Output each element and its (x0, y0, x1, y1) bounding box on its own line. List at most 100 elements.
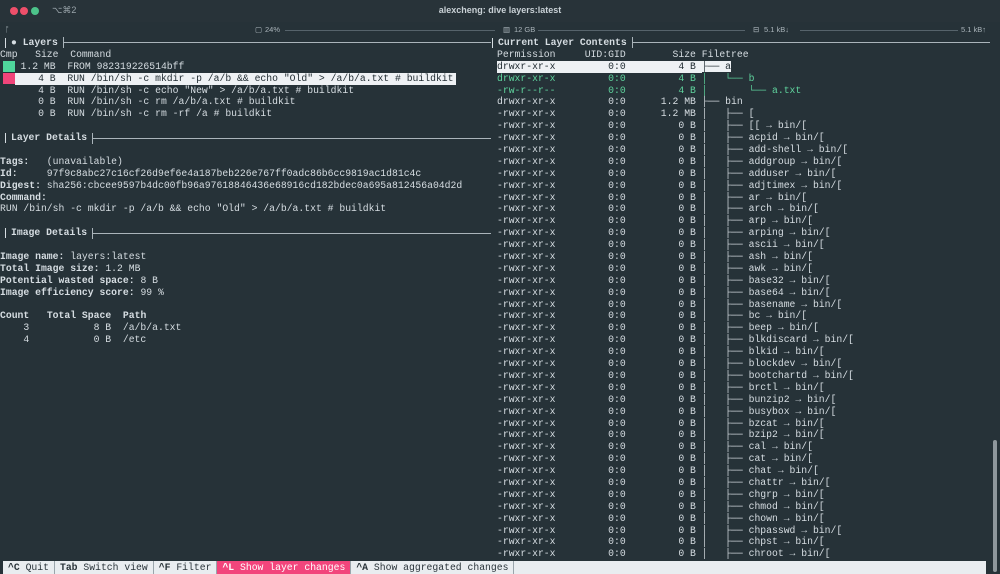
layer-row[interactable]: 4 B RUN /bin/sh -c mkdir -p /a/b && echo… (0, 72, 491, 85)
file-row[interactable]: -rwxr-xr-x 0:0 0 B │ ├── chmod → bin/[ (497, 501, 990, 513)
file-tree-node[interactable]: │ ├── ash → bin/[ (702, 251, 813, 262)
file-tree-node[interactable]: │ ├── arping → bin/[ (702, 227, 831, 238)
file-tree-node[interactable]: │ ├── brctl → bin/[ (702, 382, 825, 393)
file-row[interactable]: -rwxr-xr-x 0:0 0 B │ ├── chroot → bin/[ (497, 548, 990, 560)
file-tree-node[interactable]: │ ├── chown → bin/[ (702, 513, 825, 524)
file-row[interactable]: -rwxr-xr-x 0:0 0 B │ ├── addgroup → bin/[ (497, 156, 990, 168)
file-row[interactable]: -rwxr-xr-x 0:0 0 B │ ├── chpasswd → bin/[ (497, 525, 990, 537)
file-row[interactable]: -rwxr-xr-x 0:0 0 B │ ├── brctl → bin/[ (497, 382, 990, 394)
file-row[interactable]: -rw-r--r-- 0:0 4 B │ └── a.txt (497, 85, 990, 97)
file-row[interactable]: drwxr-xr-x 0:0 1.2 MB ├── bin (497, 96, 990, 108)
file-row[interactable]: -rwxr-xr-x 0:0 1.2 MB │ ├── [ (497, 108, 990, 120)
file-row[interactable]: -rwxr-xr-x 0:0 0 B │ ├── bc → bin/[ (497, 310, 990, 322)
file-row[interactable]: -rwxr-xr-x 0:0 0 B │ ├── cat → bin/[ (497, 453, 990, 465)
file-row[interactable]: -rwxr-xr-x 0:0 0 B │ ├── ascii → bin/[ (497, 239, 990, 251)
file-tree-node[interactable]: │ ├── base64 → bin/[ (702, 287, 831, 298)
file-row[interactable]: -rwxr-xr-x 0:0 0 B │ ├── arping → bin/[ (497, 227, 990, 239)
file-row[interactable]: -rwxr-xr-x 0:0 0 B │ ├── blkid → bin/[ (497, 346, 990, 358)
layer-row-content[interactable]: 4 B RUN /bin/sh -c mkdir -p /a/b && echo… (14, 72, 456, 85)
file-tree-node[interactable]: │ ├── bootchartd → bin/[ (702, 370, 854, 381)
file-row[interactable]: -rwxr-xr-x 0:0 0 B │ ├── adjtimex → bin/[ (497, 180, 990, 192)
file-tree-node[interactable]: │ ├── blkid → bin/[ (702, 346, 825, 357)
file-row[interactable]: -rwxr-xr-x 0:0 0 B │ ├── chat → bin/[ (497, 465, 990, 477)
keybinding-switch-view[interactable]: Tab Switch view (55, 561, 154, 574)
file-row[interactable]: -rwxr-xr-x 0:0 0 B │ ├── bzip2 → bin/[ (497, 429, 990, 441)
layer-row[interactable]: 1.2 MB FROM 982319226514bff (0, 60, 491, 73)
file-row[interactable]: -rwxr-xr-x 0:0 0 B │ ├── blkdiscard → bin/[ (497, 334, 990, 346)
file-row[interactable]: -rwxr-xr-x 0:0 0 B │ ├── beep → bin/[ (497, 322, 990, 334)
keybinding-filter[interactable]: ^F Filter (154, 561, 218, 574)
file-tree-node[interactable]: │ ├── basename → bin/[ (702, 299, 842, 310)
file-row[interactable]: -rwxr-xr-x 0:0 0 B │ ├── bunzip2 → bin/[ (497, 394, 990, 406)
layer-row-content[interactable]: 0 B RUN /bin/sh -c rm /a/b/a.txt # build… (15, 96, 298, 108)
file-tree-node[interactable]: │ ├── adduser → bin/[ (702, 168, 837, 179)
file-tree-node[interactable]: │ ├── bzip2 → bin/[ (702, 429, 825, 440)
file-row[interactable]: -rwxr-xr-x 0:0 0 B │ ├── chown → bin/[ (497, 513, 990, 525)
file-tree-node[interactable]: │ ├── bunzip2 → bin/[ (702, 394, 837, 405)
file-tree-node[interactable]: ├── bin (702, 96, 743, 107)
layer-row[interactable]: 4 B RUN /bin/sh -c echo "New" > /a/b/a.t… (0, 85, 491, 97)
file-tree-node[interactable]: │ ├── adjtimex → bin/[ (702, 180, 842, 191)
file-tree-node[interactable]: │ ├── beep → bin/[ (702, 322, 819, 333)
file-tree-node[interactable]: │ ├── arch → bin/[ (702, 203, 819, 214)
file-row[interactable]: -rwxr-xr-x 0:0 0 B │ ├── chattr → bin/[ (497, 477, 990, 489)
file-row[interactable]: -rwxr-xr-x 0:0 0 B │ ├── adduser → bin/[ (497, 168, 990, 180)
file-row[interactable]: -rwxr-xr-x 0:0 0 B │ ├── bzcat → bin/[ (497, 418, 990, 430)
layer-row-content[interactable]: 0 B RUN /bin/sh -c rm -rf /a # buildkit (15, 108, 274, 120)
layer-row[interactable]: 0 B RUN /bin/sh -c rm -rf /a # buildkit (0, 108, 491, 120)
file-tree-node[interactable]: │ ├── add-shell → bin/[ (702, 144, 848, 155)
file-row[interactable]: -rwxr-xr-x 0:0 0 B │ ├── base64 → bin/[ (497, 287, 990, 299)
file-row[interactable]: drwxr-xr-x 0:0 4 B │ └── b (497, 73, 990, 85)
file-tree-node[interactable]: │ └── b (702, 73, 755, 84)
file-row[interactable]: -rwxr-xr-x 0:0 0 B │ ├── awk → bin/[ (497, 263, 990, 275)
file-row[interactable]: -rwxr-xr-x 0:0 0 B │ ├── base32 → bin/[ (497, 275, 990, 287)
layer-row-content[interactable]: 4 B RUN /bin/sh -c echo "New" > /a/b/a.t… (15, 85, 356, 97)
file-tree-node[interactable]: │ ├── cat → bin/[ (702, 453, 813, 464)
file-tree-node[interactable]: │ ├── chpst → bin/[ (702, 536, 825, 547)
file-tree-node[interactable]: │ ├── blockdev → bin/[ (702, 358, 842, 369)
file-tree-node[interactable]: │ ├── chgrp → bin/[ (702, 489, 825, 500)
keybinding-show-layer-changes[interactable]: ^L Show layer changes (217, 561, 352, 574)
layer-row-content[interactable]: 1.2 MB FROM 982319226514bff (15, 61, 187, 73)
file-tree-node[interactable]: │ ├── busybox → bin/[ (702, 406, 837, 417)
file-row[interactable]: -rwxr-xr-x 0:0 0 B │ ├── [[ → bin/[ (497, 120, 990, 132)
file-tree-node[interactable]: │ ├── bzcat → bin/[ (702, 418, 825, 429)
file-tree-node[interactable]: │ ├── awk → bin/[ (702, 263, 813, 274)
file-row[interactable]: -rwxr-xr-x 0:0 0 B │ ├── busybox → bin/[ (497, 406, 990, 418)
scrollbar[interactable] (993, 440, 997, 572)
file-tree-node[interactable]: │ ├── cal → bin/[ (702, 441, 813, 452)
file-tree-node[interactable]: │ ├── arp → bin/[ (702, 215, 813, 226)
file-tree-node[interactable]: │ ├── [[ → bin/[ (702, 120, 807, 131)
file-tree-node[interactable]: │ ├── blkdiscard → bin/[ (702, 334, 854, 345)
file-row[interactable]: -rwxr-xr-x 0:0 0 B │ ├── ar → bin/[ (497, 192, 990, 204)
file-row[interactable]: -rwxr-xr-x 0:0 0 B │ ├── arp → bin/[ (497, 215, 990, 227)
file-row[interactable]: drwxr-xr-x 0:0 4 B ├── a (497, 60, 990, 73)
file-tree-node[interactable]: │ ├── base32 → bin/[ (702, 275, 831, 286)
file-row[interactable]: -rwxr-xr-x 0:0 0 B │ ├── acpid → bin/[ (497, 132, 990, 144)
file-tree-node[interactable]: │ ├── acpid → bin/[ (702, 132, 825, 143)
file-tree-node[interactable]: │ ├── addgroup → bin/[ (702, 156, 842, 167)
file-row[interactable]: -rwxr-xr-x 0:0 0 B │ ├── bootchartd → bin/[ (497, 370, 990, 382)
keybinding-show-aggregated-changes[interactable]: ^A Show aggregated changes (351, 561, 515, 574)
left-panel[interactable]: ● Layers Cmp Size Command 1.2 MB FROM 982… (0, 37, 491, 346)
file-row[interactable]: -rwxr-xr-x 0:0 0 B │ ├── ash → bin/[ (497, 251, 990, 263)
file-tree-node[interactable]: │ ├── chmod → bin/[ (702, 501, 825, 512)
layer-row[interactable]: 0 B RUN /bin/sh -c rm /a/b/a.txt # build… (0, 96, 491, 108)
file-tree-node[interactable]: ├── a (701, 60, 732, 72)
file-tree-node[interactable]: │ ├── chattr → bin/[ (702, 477, 831, 488)
file-tree-node[interactable]: │ └── a.txt (702, 85, 801, 96)
keybinding-quit[interactable]: ^C Quit (3, 561, 55, 574)
file-tree-node[interactable]: │ ├── chpasswd → bin/[ (702, 525, 842, 536)
file-row[interactable]: -rwxr-xr-x 0:0 0 B │ ├── arch → bin/[ (497, 203, 990, 215)
file-row[interactable]: -rwxr-xr-x 0:0 0 B │ ├── basename → bin/[ (497, 299, 990, 311)
file-tree-node[interactable]: │ ├── bc → bin/[ (702, 310, 807, 321)
file-tree-node[interactable]: │ ├── chat → bin/[ (702, 465, 819, 476)
file-row[interactable]: -rwxr-xr-x 0:0 0 B │ ├── chpst → bin/[ (497, 536, 990, 548)
file-tree-node[interactable]: │ ├── [ (702, 108, 755, 119)
file-row[interactable]: -rwxr-xr-x 0:0 0 B │ ├── cal → bin/[ (497, 441, 990, 453)
file-row[interactable]: -rwxr-xr-x 0:0 0 B │ ├── blockdev → bin/[ (497, 358, 990, 370)
right-panel[interactable]: Current Layer Contents Permission UID:GID… (492, 37, 990, 560)
file-tree-node[interactable]: │ ├── ar → bin/[ (702, 192, 807, 203)
file-row[interactable]: -rwxr-xr-x 0:0 0 B │ ├── add-shell → bin/[ (497, 144, 990, 156)
file-row[interactable]: -rwxr-xr-x 0:0 0 B │ ├── chgrp → bin/[ (497, 489, 990, 501)
